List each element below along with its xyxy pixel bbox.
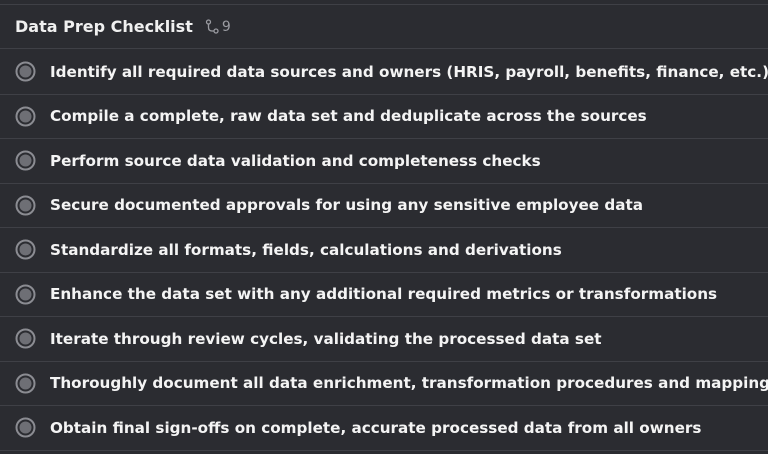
checklist-item-label: Obtain final sign-offs on complete, accu… xyxy=(50,418,702,437)
subtasks-icon[interactable] xyxy=(205,18,219,35)
status-circle-icon[interactable] xyxy=(15,417,36,438)
subtask-count: 9 xyxy=(221,18,231,35)
checklist-panel: Data Prep Checklist 9 Identify all requi… xyxy=(0,0,768,454)
checklist-item-label: Identify all required data sources and o… xyxy=(50,62,768,81)
checklist-items: Identify all required data sources and o… xyxy=(0,50,768,451)
status-circle-icon[interactable] xyxy=(15,195,36,216)
checklist-item-label: Secure documented approvals for using an… xyxy=(50,196,644,215)
checklist-item-label: Thoroughly document all data enrichment,… xyxy=(50,374,768,393)
status-circle-icon[interactable] xyxy=(15,239,36,260)
checklist-item[interactable]: Obtain final sign-offs on complete, accu… xyxy=(0,406,768,451)
status-circle-icon[interactable] xyxy=(15,150,36,171)
checklist-header: Data Prep Checklist 9 xyxy=(0,5,768,49)
checklist-item[interactable]: Compile a complete, raw data set and ded… xyxy=(0,95,768,139)
checklist-item[interactable]: Enhance the data set with any additional… xyxy=(0,273,768,317)
checklist-item-label: Perform source data validation and compl… xyxy=(50,151,541,170)
checklist-item[interactable]: Iterate through review cycles, validatin… xyxy=(0,317,768,362)
status-circle-icon[interactable] xyxy=(15,106,36,127)
checklist-item[interactable]: Thoroughly document all data enrichment,… xyxy=(0,362,768,406)
checklist-item[interactable]: Standardize all formats, fields, calcula… xyxy=(0,228,768,273)
checklist-item[interactable]: Perform source data validation and compl… xyxy=(0,139,768,184)
status-circle-icon[interactable] xyxy=(15,328,36,349)
checklist-item[interactable]: Secure documented approvals for using an… xyxy=(0,184,768,228)
checklist-item[interactable]: Identify all required data sources and o… xyxy=(0,50,768,95)
status-circle-icon[interactable] xyxy=(15,373,36,394)
checklist-item-label: Compile a complete, raw data set and ded… xyxy=(50,107,647,126)
checklist-item-label: Enhance the data set with any additional… xyxy=(50,285,718,304)
status-circle-icon[interactable] xyxy=(15,61,36,82)
checklist-title[interactable]: Data Prep Checklist xyxy=(15,17,193,36)
checklist-item-label: Standardize all formats, fields, calcula… xyxy=(50,240,562,259)
status-circle-icon[interactable] xyxy=(15,284,36,305)
checklist-item-label: Iterate through review cycles, validatin… xyxy=(50,329,602,348)
